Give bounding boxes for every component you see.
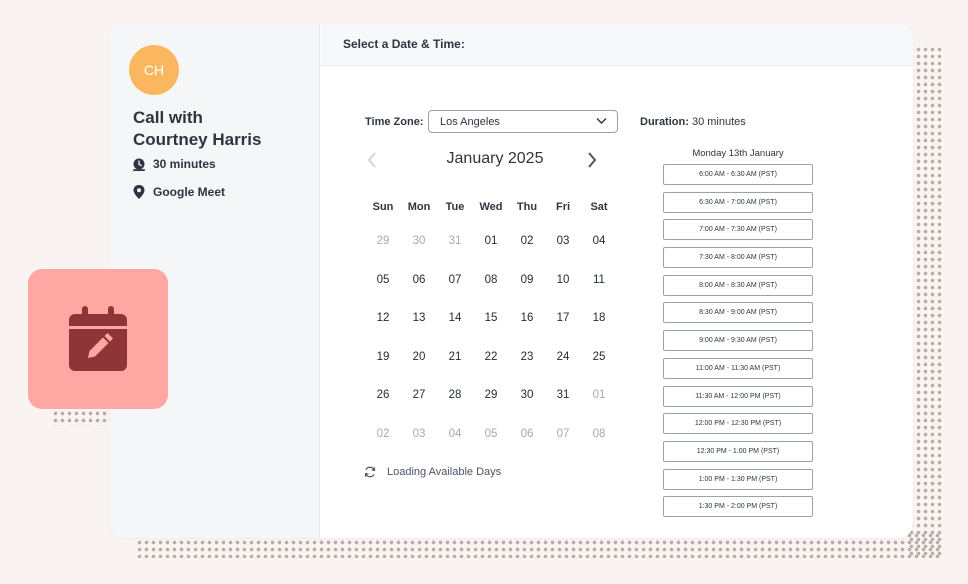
event-title-line2: Courtney Harris — [133, 130, 262, 149]
time-slot-button[interactable]: 12:00 PM - 12:30 PM (PST) — [663, 413, 813, 435]
time-slot-button[interactable]: 6:30 AM - 7:00 AM (PST) — [663, 191, 813, 213]
calendar-day[interactable]: 28 — [437, 376, 473, 415]
calendar-day: 29 — [376, 235, 390, 247]
timezone-value: Los Angeles — [440, 116, 500, 128]
event-duration: 30 minutes — [133, 157, 216, 171]
weekday-header: Sun — [372, 201, 394, 213]
loading-indicator: Loading Available Days — [364, 466, 501, 478]
calendar-edit-icon — [69, 306, 127, 371]
clock-icon — [133, 158, 145, 171]
next-month-button[interactable] — [586, 152, 598, 168]
calendar-edit-badge — [28, 269, 168, 409]
event-location: Google Meet — [133, 185, 225, 199]
time-slot-button[interactable]: 7:30 AM - 8:00 AM (PST) — [663, 247, 813, 269]
calendar-day[interactable]: 12 — [365, 299, 401, 338]
calendar-day[interactable]: 20 — [401, 338, 437, 377]
calendar-day[interactable]: 15 — [473, 299, 509, 338]
duration-text: 30 minutes — [153, 157, 216, 171]
timezone-select[interactable]: Los Angeles — [428, 110, 618, 133]
calendar-day: 30 — [412, 235, 426, 247]
calendar-day[interactable]: 18 — [581, 299, 617, 338]
weekday-header: Fri — [555, 201, 571, 213]
duration-label: Duration: — [640, 116, 689, 128]
calendar-day[interactable]: 05 — [365, 261, 401, 300]
calendar-day: 07 — [556, 427, 570, 440]
duration-info: Duration: 30 minutes — [640, 116, 746, 128]
time-slot-button[interactable]: 11:00 AM - 11:30 AM (PST) — [663, 357, 813, 379]
time-slot-button[interactable]: 1:00 PM - 1:30 PM (PST) — [663, 468, 813, 490]
calendar-day[interactable]: 27 — [401, 376, 437, 415]
page-header: Select a Date & Time: — [321, 24, 913, 66]
time-slot-button[interactable]: 6:00 AM - 6:30 AM (PST) — [663, 164, 813, 185]
calendar-day[interactable]: 30 — [509, 376, 545, 415]
event-title-line1: Call with — [133, 108, 203, 127]
calendar-day[interactable]: 01 — [473, 222, 509, 261]
calendar-day[interactable]: 16 — [509, 299, 545, 338]
time-slot-button[interactable]: 7:00 AM - 7:30 AM (PST) — [663, 219, 813, 241]
calendar-day[interactable]: 19 — [365, 338, 401, 377]
loading-text: Loading Available Days — [387, 466, 502, 478]
calendar-day[interactable]: 31 — [545, 376, 581, 415]
calendar-day[interactable]: 14 — [437, 299, 473, 338]
calendar-day[interactable]: 26 — [365, 376, 401, 415]
calendar-day[interactable]: 11 — [581, 261, 617, 300]
calendar-day: 06 — [520, 427, 534, 440]
time-slot-list: 6:00 AM - 6:30 AM (PST) 6:30 AM - 7:00 AM… — [663, 164, 813, 524]
location-text: Google Meet — [153, 185, 226, 199]
calendar-day: 02 — [376, 427, 390, 440]
time-slot-button[interactable]: 8:30 AM - 9:00 AM (PST) — [663, 302, 813, 324]
selected-date-heading: Monday 13th January — [692, 148, 784, 159]
weekday-header: Thu — [516, 201, 538, 213]
weekday-header: Mon — [407, 201, 431, 213]
scheduler-card: CH Call with Courtney Harris 30 minutes … — [110, 24, 913, 538]
chevron-down-icon — [596, 118, 607, 124]
month-title: January 2025 — [446, 150, 544, 167]
weekday-header: Sat — [590, 201, 608, 213]
refresh-icon — [364, 466, 376, 478]
calendar-day[interactable]: 13 — [401, 299, 437, 338]
avatar: CH — [129, 45, 179, 95]
calendar-day[interactable]: 10 — [545, 261, 581, 300]
calendar-day: 08 — [592, 427, 606, 440]
time-slot-button[interactable]: 12:30 PM - 1:00 PM (PST) — [663, 440, 813, 462]
time-slot-button[interactable]: 11:30 AM - 12:00 PM (PST) — [663, 385, 813, 407]
calendar-day: 05 — [484, 427, 498, 440]
page-title: Select a Date & Time: — [343, 37, 465, 51]
calendar-grid: Sun Mon Tue Wed Thu Fri Sat 29 30 31 01 02 03 04 05 06 0… — [365, 192, 617, 454]
timezone-label: Time Zone: — [365, 116, 424, 128]
calendar-day[interactable]: 08 — [473, 261, 509, 300]
calendar-day[interactable]: 02 — [509, 222, 545, 261]
calendar-day: 01 — [592, 389, 606, 402]
event-title: Call with Courtney Harris — [133, 107, 313, 151]
calendar-day[interactable]: 25 — [581, 338, 617, 377]
calendar-day[interactable]: 22 — [473, 338, 509, 377]
calendar-day[interactable]: 24 — [545, 338, 581, 377]
calendar-day[interactable]: 04 — [581, 222, 617, 261]
prev-month-button[interactable] — [366, 152, 378, 168]
calendar-day[interactable]: 07 — [437, 261, 473, 300]
map-pin-icon — [133, 185, 145, 199]
calendar-day: 03 — [412, 427, 426, 440]
time-slot-button[interactable]: 1:30 PM - 2:00 PM (PST) — [663, 496, 813, 518]
calendar-day[interactable]: 29 — [473, 376, 509, 415]
dot-pattern-right — [908, 46, 942, 556]
weekday-header: Wed — [479, 201, 503, 213]
time-slot-button[interactable]: 9:00 AM - 9:30 AM (PST) — [663, 330, 813, 352]
calendar-day[interactable]: 21 — [437, 338, 473, 377]
weekday-header: Tue — [445, 201, 465, 213]
duration-value: 30 minutes — [691, 116, 746, 128]
calendar-day: 04 — [448, 427, 462, 440]
time-slot-button[interactable]: 8:00 AM - 8:30 AM (PST) — [663, 274, 813, 296]
calendar-day[interactable]: 09 — [509, 261, 545, 300]
calendar-day: 31 — [448, 235, 462, 247]
calendar-day[interactable]: 06 — [401, 261, 437, 300]
calendar-day[interactable]: 23 — [509, 338, 545, 377]
calendar-day[interactable]: 17 — [545, 299, 581, 338]
calendar-day[interactable]: 03 — [545, 222, 581, 261]
